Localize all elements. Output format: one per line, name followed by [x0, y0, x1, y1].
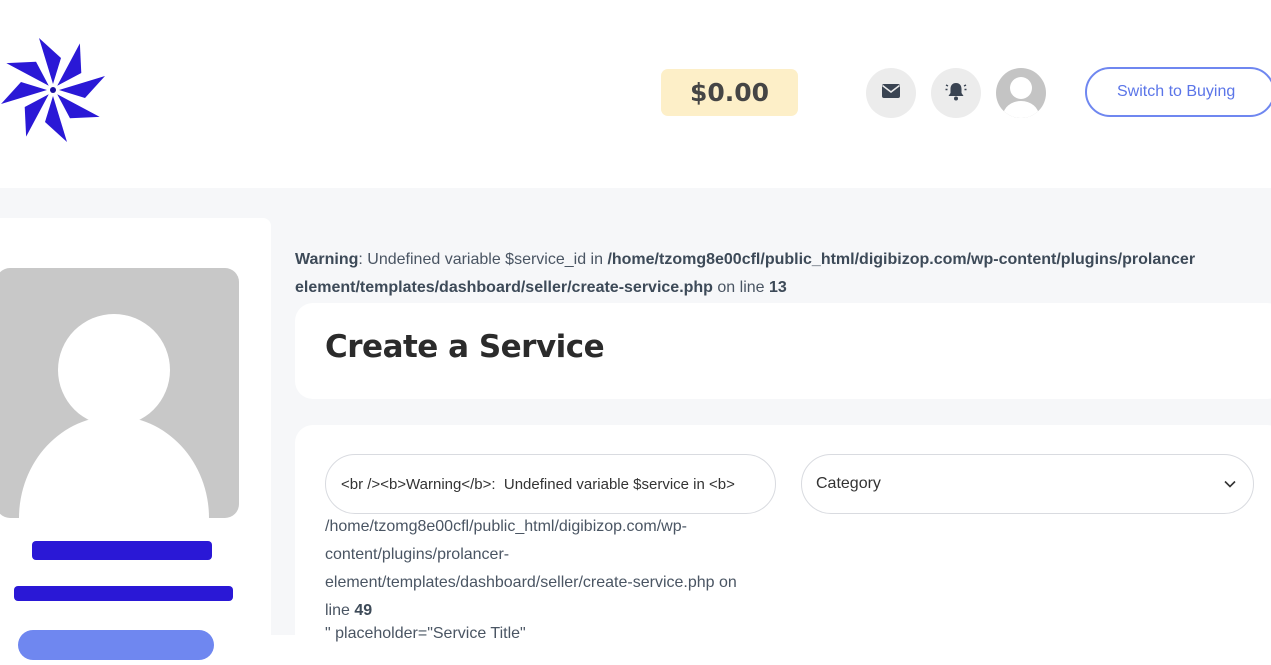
bell-icon — [945, 80, 967, 106]
redacted-username — [32, 541, 212, 560]
error-line-3: element/templates/dashboard/seller/creat… — [325, 574, 737, 591]
user-avatar-icon — [1003, 77, 1039, 118]
warning-label: Warning — [295, 251, 359, 268]
profile-picture[interactable] — [0, 268, 239, 518]
error-line-prefix: line — [325, 602, 355, 619]
redacted-email — [14, 586, 233, 601]
input-error-text: /home/tzomg8e00cfl/public_html/digibizop… — [325, 513, 785, 625]
warning-message: : Undefined variable $service_id in — [358, 251, 608, 268]
error-line-1: /home/tzomg8e00cfl/public_html/digibizop… — [325, 518, 687, 535]
switch-to-buying-button[interactable]: Switch to Buying — [1085, 67, 1271, 117]
user-silhouette-icon — [19, 314, 209, 518]
notifications-button[interactable] — [931, 68, 981, 118]
error-line-2: content/plugins/prolancer- — [325, 546, 510, 563]
user-avatar-button[interactable] — [996, 68, 1046, 118]
warning-line-number: 13 — [769, 279, 787, 296]
category-select[interactable]: Category — [801, 454, 1254, 514]
wallet-balance[interactable]: $0.00 — [661, 69, 798, 116]
php-warning-message: Warning: Undefined variable $service_id … — [295, 246, 1271, 302]
warning-path: /home/tzomg8e00cfl/public_html/digibizop… — [607, 251, 1196, 268]
category-select-label: Category — [816, 475, 881, 492]
warning-path-cont: element/templates/dashboard/seller/creat… — [295, 279, 713, 296]
service-title-input[interactable] — [325, 454, 776, 514]
chevron-down-icon — [1223, 477, 1237, 496]
messages-button[interactable] — [866, 68, 916, 118]
page-title: Create a Service — [325, 329, 605, 365]
pinwheel-logo-icon[interactable] — [0, 36, 108, 144]
page-title-card: Create a Service — [295, 303, 1271, 399]
envelope-icon — [881, 83, 901, 103]
warning-on-line: on line — [712, 279, 769, 296]
cut-off-attribute-text: " placeholder="Service Title" — [325, 625, 526, 642]
error-line-number: 49 — [354, 602, 373, 619]
site-header: $0.00 Switch to Buying — [0, 0, 1271, 188]
